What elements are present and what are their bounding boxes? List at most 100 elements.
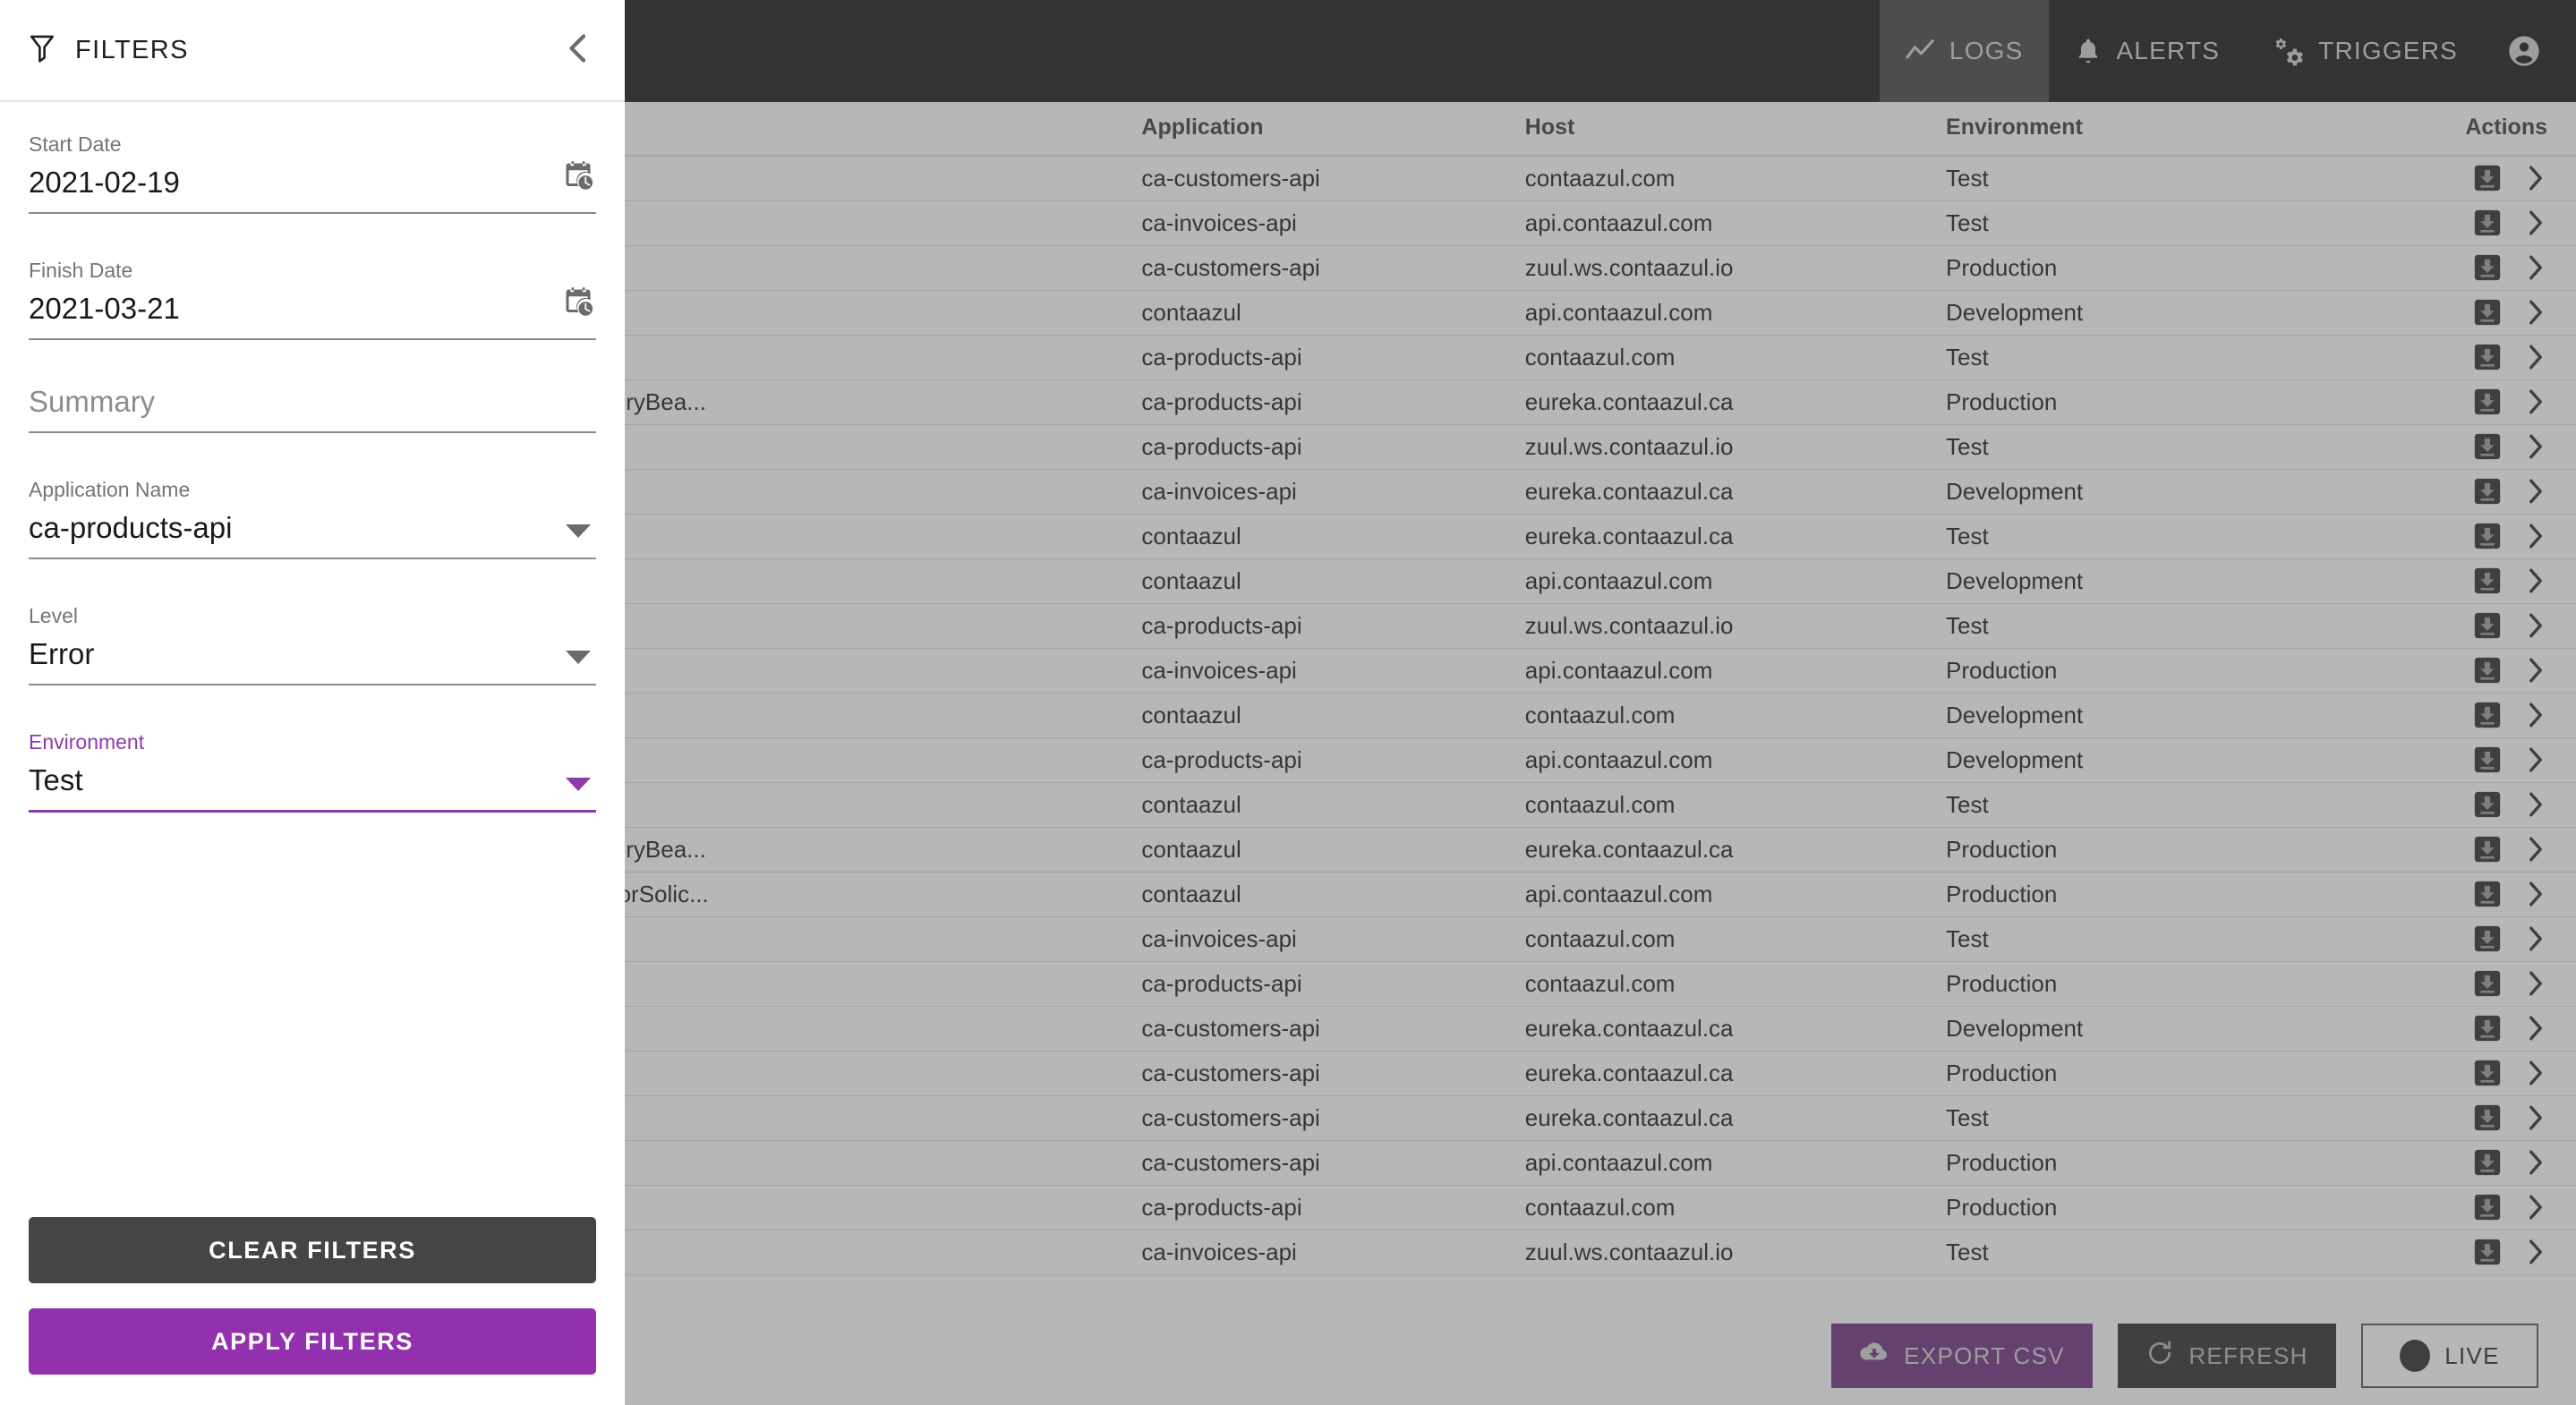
chevron-right-icon[interactable] (2524, 789, 2547, 820)
download-box-icon[interactable] (2472, 1237, 2503, 1267)
download-box-icon[interactable] (2472, 789, 2503, 820)
column-header-environment[interactable]: Environment (1937, 102, 2290, 156)
download-box-icon[interactable] (2472, 521, 2503, 551)
download-box-icon[interactable] (2472, 387, 2503, 417)
level-value[interactable]: Error (29, 637, 596, 685)
environment-value[interactable]: Test (29, 763, 596, 813)
download-box-icon[interactable] (2472, 745, 2503, 775)
chevron-right-icon[interactable] (2524, 968, 2547, 999)
download-box-icon[interactable] (2472, 252, 2503, 283)
filter-field-start-date[interactable]: Start Date 2021-02-19 (29, 132, 596, 214)
cell-host: zuul.ws.contaazul.io (1516, 603, 1937, 648)
start-date-label: Start Date (29, 132, 596, 157)
nav-tab-logs[interactable]: LOGS (1880, 0, 2049, 102)
filters-sidebar-footer: CLEAR FILTERS APPLY FILTERS (0, 1217, 625, 1405)
cell-actions (2290, 693, 2576, 737)
start-date-value[interactable]: 2021-02-19 (29, 166, 596, 214)
download-box-icon[interactable] (2472, 655, 2503, 685)
account-menu-button[interactable] (2483, 0, 2576, 102)
chevron-right-icon[interactable] (2524, 1103, 2547, 1133)
download-box-icon[interactable] (2472, 208, 2503, 238)
column-header-application[interactable]: Application (1132, 102, 1515, 156)
cell-environment: Development (1937, 558, 2290, 603)
calendar-clock-icon[interactable] (562, 285, 594, 322)
nav-tab-alerts[interactable]: ALERTS (2049, 0, 2246, 102)
filter-field-application-name[interactable]: Application Name ca-products-api (29, 478, 596, 559)
download-box-icon[interactable] (2472, 1058, 2503, 1088)
filter-field-level[interactable]: Level Error (29, 604, 596, 685)
refresh-button[interactable]: REFRESH (2118, 1324, 2336, 1388)
filter-field-environment[interactable]: Environment Test (29, 730, 596, 813)
cell-actions (2290, 961, 2576, 1006)
cell-environment: Production (1937, 961, 2290, 1006)
application-name-value[interactable]: ca-products-api (29, 511, 596, 559)
chevron-right-icon[interactable] (2524, 342, 2547, 372)
download-box-icon[interactable] (2472, 342, 2503, 372)
cell-environment: Test (1937, 335, 2290, 379)
chevron-right-icon[interactable] (2524, 610, 2547, 641)
chevron-down-icon[interactable] (566, 778, 591, 791)
export-csv-button[interactable]: EXPORT CSV (1831, 1324, 2093, 1388)
nav-tab-triggers[interactable]: TRIGGERS (2245, 0, 2483, 102)
chevron-left-icon[interactable] (562, 30, 594, 71)
download-box-icon[interactable] (2472, 566, 2503, 596)
chevron-right-icon[interactable] (2524, 297, 2547, 328)
download-box-icon[interactable] (2472, 700, 2503, 730)
download-box-icon[interactable] (2472, 968, 2503, 999)
download-box-icon[interactable] (2472, 924, 2503, 954)
cell-application: ca-invoices-api (1132, 916, 1515, 961)
chevron-right-icon[interactable] (2524, 521, 2547, 551)
cell-host: contaazul.com (1516, 156, 1937, 200)
chevron-down-icon[interactable] (566, 524, 591, 538)
chevron-right-icon[interactable] (2524, 834, 2547, 864)
cell-environment: Production (1937, 1185, 2290, 1230)
chevron-right-icon[interactable] (2524, 1192, 2547, 1222)
download-box-icon[interactable] (2472, 163, 2503, 193)
filter-field-finish-date[interactable]: Finish Date 2021-03-21 (29, 259, 596, 340)
chevron-right-icon[interactable] (2524, 208, 2547, 238)
calendar-clock-icon[interactable] (562, 159, 594, 196)
cell-environment: Test (1937, 424, 2290, 469)
chevron-right-icon[interactable] (2524, 745, 2547, 775)
cell-environment: Development (1937, 693, 2290, 737)
download-box-icon[interactable] (2472, 297, 2503, 328)
chevron-right-icon[interactable] (2524, 924, 2547, 954)
cell-host: eureka.contaazul.ca (1516, 1051, 1937, 1095)
cell-application: contaazul (1132, 782, 1515, 827)
cell-application: ca-customers-api (1132, 156, 1515, 200)
column-header-host[interactable]: Host (1516, 102, 1937, 156)
chevron-right-icon[interactable] (2524, 700, 2547, 730)
chevron-right-icon[interactable] (2524, 252, 2547, 283)
cell-application: ca-products-api (1132, 424, 1515, 469)
download-box-icon[interactable] (2472, 431, 2503, 462)
download-box-icon[interactable] (2472, 1103, 2503, 1133)
live-toggle-button[interactable]: LIVE (2361, 1324, 2538, 1388)
clear-filters-button[interactable]: CLEAR FILTERS (29, 1217, 596, 1283)
download-box-icon[interactable] (2472, 476, 2503, 507)
download-box-icon[interactable] (2472, 1013, 2503, 1043)
cell-actions (2290, 156, 2576, 200)
download-box-icon[interactable] (2472, 610, 2503, 641)
download-box-icon[interactable] (2472, 879, 2503, 909)
chevron-right-icon[interactable] (2524, 566, 2547, 596)
chevron-right-icon[interactable] (2524, 1013, 2547, 1043)
chevron-right-icon[interactable] (2524, 163, 2547, 193)
chevron-right-icon[interactable] (2524, 431, 2547, 462)
summary-input[interactable]: Summary (29, 385, 596, 433)
chevron-right-icon[interactable] (2524, 1147, 2547, 1178)
apply-filters-button[interactable]: APPLY FILTERS (29, 1308, 596, 1375)
chevron-right-icon[interactable] (2524, 387, 2547, 417)
chevron-right-icon[interactable] (2524, 1237, 2547, 1267)
cell-application: ca-products-api (1132, 1185, 1515, 1230)
chevron-right-icon[interactable] (2524, 655, 2547, 685)
download-box-icon[interactable] (2472, 1192, 2503, 1222)
filter-field-summary[interactable]: Summary (29, 385, 596, 433)
download-box-icon[interactable] (2472, 1147, 2503, 1178)
chevron-right-icon[interactable] (2524, 879, 2547, 909)
chevron-down-icon[interactable] (566, 651, 591, 664)
chevron-right-icon[interactable] (2524, 1058, 2547, 1088)
download-box-icon[interactable] (2472, 834, 2503, 864)
cell-host: contaazul.com (1516, 335, 1937, 379)
finish-date-value[interactable]: 2021-03-21 (29, 292, 596, 340)
chevron-right-icon[interactable] (2524, 476, 2547, 507)
